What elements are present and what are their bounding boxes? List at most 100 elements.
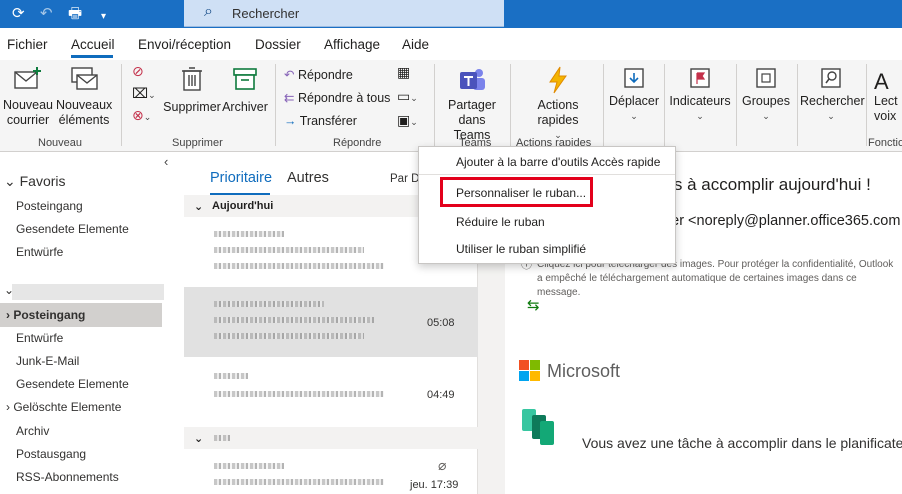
ribbon-separator xyxy=(664,64,665,146)
folder-item[interactable]: Entwürfe xyxy=(16,331,63,345)
forward-icon: → xyxy=(284,114,297,128)
im-icon[interactable]: ▭⌄ xyxy=(397,89,418,106)
meeting-icon[interactable]: ▦ xyxy=(397,65,410,80)
new-items-icon xyxy=(71,67,98,90)
chevron-down-icon: ⌄ xyxy=(630,111,638,121)
list-item-selected[interactable]: 05:08 xyxy=(184,287,478,357)
lightning-icon xyxy=(549,66,567,94)
collapse-pane-icon[interactable]: ‹ xyxy=(164,154,168,169)
read-aloud-icon: A xyxy=(874,69,889,94)
search-placeholder: Rechercher xyxy=(232,6,300,21)
groups-label: Groupes xyxy=(742,94,790,108)
favorite-item[interactable]: Gesendete Elemente xyxy=(16,222,129,236)
new-items-button[interactable]: Nouveaux éléments xyxy=(56,66,112,128)
folder-pane: ‹ ⌄ Favoris Posteingang Gesendete Elemen… xyxy=(0,153,170,494)
group-header-older[interactable]: ⌄ xyxy=(184,427,478,449)
tab-fichier[interactable]: Fichier xyxy=(7,37,48,52)
folder-item[interactable]: Postausgang xyxy=(16,447,86,461)
redacted-preview xyxy=(214,263,384,269)
print-icon[interactable]: 🖶 xyxy=(68,5,82,23)
microsoft-wordmark: Microsoft xyxy=(547,361,621,381)
forward-button[interactable]: → Transférer xyxy=(284,114,357,129)
junk-icon[interactable]: ⊗⌄ xyxy=(132,108,151,125)
reply-icon: ↶ xyxy=(284,68,295,82)
read-aloud-label: Lect voix xyxy=(874,94,898,123)
translate-icon[interactable]: ⇆ xyxy=(527,296,540,314)
tab-affichage[interactable]: Affichage xyxy=(324,37,380,52)
archive-button[interactable]: Archiver xyxy=(222,66,268,115)
favorite-item[interactable]: Entwürfe xyxy=(16,245,63,259)
folder-item-inbox[interactable]: › Posteingang xyxy=(6,308,85,322)
find-button[interactable]: Rechercher ⌄ xyxy=(800,66,865,124)
move-button[interactable]: Déplacer ⌄ xyxy=(608,66,660,124)
quick-access-dropdown-icon[interactable]: ▾ xyxy=(101,8,106,26)
tab-other[interactable]: Autres xyxy=(287,170,329,186)
redacted-subject xyxy=(214,391,384,397)
trash-icon xyxy=(182,67,202,91)
message-time: 05:08 xyxy=(427,317,455,329)
email-body-text: Vous avez une tâche à accomplir dans le … xyxy=(582,435,902,451)
menu-item-collapse-ribbon[interactable]: Réduire le ruban xyxy=(456,215,545,229)
groups-button[interactable]: Groupes ⌄ xyxy=(739,66,793,124)
email-subject: nes à accomplir aujourd'hui ! xyxy=(655,175,871,194)
ribbon-separator xyxy=(121,64,122,146)
share-teams-button[interactable]: Partager dans Teams xyxy=(440,66,504,143)
tab-focused[interactable]: Prioritaire xyxy=(210,170,272,186)
favorite-item[interactable]: Posteingang xyxy=(16,199,83,213)
sort-by-label[interactable]: Par D xyxy=(390,173,419,185)
find-label: Rechercher xyxy=(800,94,865,108)
chevron-down-icon: ⌄ xyxy=(194,201,204,213)
message-time: jeu. 17:39 xyxy=(410,479,459,491)
teams-icon xyxy=(460,69,485,90)
archive-icon xyxy=(233,68,257,90)
flags-label: Indicateurs xyxy=(669,94,731,108)
cleanup-icon[interactable]: ⌧⌄ xyxy=(132,86,156,103)
ribbon-separator xyxy=(603,64,604,146)
more-reply-icon[interactable]: ▣⌄ xyxy=(397,113,418,130)
highlight-annotation xyxy=(440,177,593,207)
folder-item[interactable]: Gesendete Elemente xyxy=(16,377,129,391)
sync-icon[interactable]: ⟳ xyxy=(12,5,25,23)
folder-item[interactable]: Archiv xyxy=(16,424,49,438)
ribbon-separator xyxy=(434,64,435,146)
group-label-fonctions: Fonctio xyxy=(868,137,902,149)
tab-envoi-reception[interactable]: Envoi/réception xyxy=(138,37,231,52)
menu-item-add-to-quick-access[interactable]: Ajouter à la barre d'outils Accès rapide xyxy=(456,155,660,169)
tab-aide[interactable]: Aide xyxy=(402,37,429,52)
reply-label: Répondre xyxy=(297,68,353,82)
folder-item[interactable]: RSS-Abonnements xyxy=(16,470,119,484)
ribbon: Nouveau courrier Nouveaux éléments Nouve… xyxy=(0,60,902,152)
ignore-icon[interactable]: ⊘ xyxy=(132,64,144,79)
paperclip-icon: ⌀ xyxy=(438,457,447,473)
menu-item-simplified-ribbon[interactable]: Utiliser le ruban simplifié xyxy=(456,242,586,256)
groups-icon xyxy=(756,68,776,88)
account-name-redacted xyxy=(12,284,164,300)
read-aloud-button[interactable]: A Lect voix xyxy=(874,70,902,124)
move-icon xyxy=(624,68,644,88)
tab-accueil[interactable]: Accueil xyxy=(71,37,115,52)
favorites-header[interactable]: ⌄ Favoris xyxy=(4,173,66,190)
chevron-down-icon: ⌄ xyxy=(762,111,770,121)
folder-item[interactable]: Junk-E-Mail xyxy=(16,354,79,368)
reply-button[interactable]: ↶ Répondre xyxy=(284,68,353,83)
list-item[interactable]: ⌀ jeu. 17:39 xyxy=(184,449,478,494)
folder-item-deleted[interactable]: › Gelöschte Elemente xyxy=(6,400,121,414)
quick-steps-button[interactable]: Actions rapides ⌄ xyxy=(520,66,596,143)
flags-button[interactable]: Indicateurs ⌄ xyxy=(668,66,732,124)
delete-label: Supprimer xyxy=(163,100,221,114)
group-label-supprimer: Supprimer xyxy=(172,137,223,149)
search-box[interactable]: ⌕ Rechercher xyxy=(184,0,504,27)
redacted-sender xyxy=(214,231,284,237)
undo-icon[interactable]: ↶ xyxy=(40,5,53,23)
magnifier-icon xyxy=(821,68,841,88)
new-mail-button[interactable]: Nouveau courrier xyxy=(2,66,54,128)
active-tab-indicator xyxy=(71,55,113,58)
microsoft-logo-icon xyxy=(519,360,540,381)
download-images-notice[interactable]: ⓘ Cliquez ici pour télécharger des image… xyxy=(521,258,901,300)
delete-button[interactable]: Supprimer xyxy=(163,66,221,115)
forward-label: Transférer xyxy=(299,114,357,128)
ribbon-separator xyxy=(797,64,798,146)
tab-dossier[interactable]: Dossier xyxy=(255,37,301,52)
list-item[interactable]: 04:49 xyxy=(184,357,478,427)
reply-all-button[interactable]: ⇇ Répondre à tous xyxy=(284,91,390,106)
